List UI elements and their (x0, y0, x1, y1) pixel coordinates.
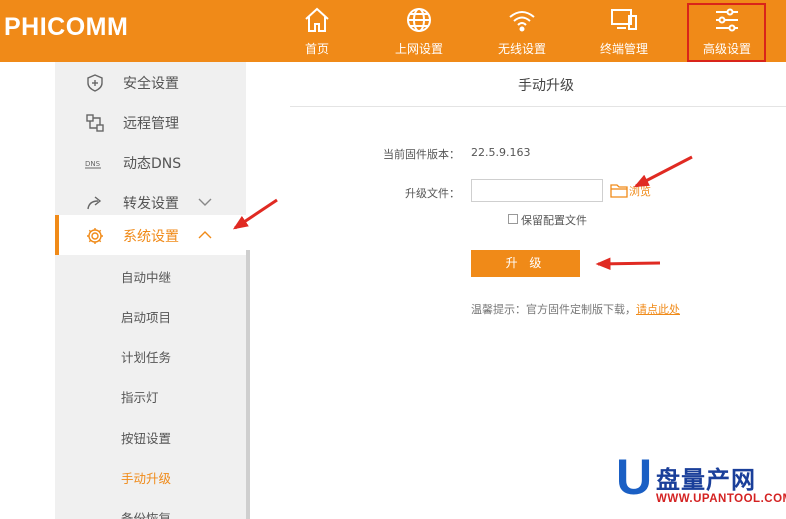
gear-icon (87, 228, 103, 244)
sidebar-item-label: 系统设置 (123, 229, 179, 245)
sidebar-item-label: 远程管理 (123, 116, 179, 132)
folder-icon (610, 184, 628, 198)
sidebar-scrollbar[interactable] (246, 250, 250, 519)
nav-wireless-settings[interactable]: 无线设置 (472, 0, 572, 62)
sidebar-item-label: 转发设置 (123, 196, 179, 212)
firmware-version-label: 当前固件版本： (383, 148, 460, 161)
nav-device-management[interactable]: 终端管理 (574, 0, 674, 62)
sidebar-item-ddns[interactable]: DNS 动态DNS (55, 142, 246, 182)
devices-icon (611, 9, 637, 30)
upgrade-hint: 温馨提示：官方固件定制版下载，请点此处 (471, 301, 680, 317)
top-navigation-bar: PHICOMM 首页 上网设置 无线设置 终端管理 高级设置 (0, 0, 786, 62)
active-nav-highlight-box (687, 3, 766, 62)
sidebar-item-system-settings[interactable]: 系统设置 (55, 215, 246, 255)
sidebar-subitem-manual-upgrade[interactable]: 手动升级 (121, 468, 171, 487)
sidebar-subitem-startup-items[interactable]: 启动项目 (121, 307, 171, 326)
home-icon (305, 7, 329, 32)
nav-advanced-settings[interactable]: 高级设置 (677, 0, 777, 62)
active-indicator (55, 215, 59, 255)
dns-icon: DNS (85, 160, 101, 169)
browse-label: 浏览 (629, 185, 651, 198)
arrow-to-browse (633, 155, 693, 188)
nav-internet-settings[interactable]: 上网设置 (369, 0, 469, 62)
sidebar-item-label: 动态DNS (123, 156, 182, 172)
upgrade-file-label: 升级文件： (405, 187, 460, 200)
upgrade-file-input[interactable] (471, 179, 603, 202)
watermark-name: 盘量产网 (656, 466, 756, 494)
sidebar: 安全设置 远程管理 DNS 动态DNS 转发设置 系统设置 自动中继 启动项目 … (55, 62, 246, 519)
brand-logo: PHICOMM (4, 13, 129, 41)
sidebar-subitem-auto-relay[interactable]: 自动中继 (121, 267, 171, 286)
firmware-version-value: 22.5.9.163 (471, 146, 531, 159)
nav-home-label: 首页 (304, 42, 329, 56)
globe-icon (407, 8, 431, 32)
sidebar-subitem-backup-restore[interactable]: 备份恢复 (121, 508, 171, 519)
nav-wireless-label: 无线设置 (497, 42, 546, 56)
sidebar-item-label: 安全设置 (123, 76, 179, 92)
nav-home[interactable]: 首页 (267, 0, 367, 62)
sidebar-subitem-indicator-light[interactable]: 指示灯 (121, 387, 159, 406)
keep-config-checkbox[interactable] (508, 214, 518, 224)
svg-text:DNS: DNS (85, 160, 101, 168)
nav-devices-label: 终端管理 (599, 42, 648, 56)
remote-icon (86, 114, 104, 132)
firmware-download-link[interactable]: 请点此处 (636, 303, 680, 316)
sidebar-subitem-scheduled-tasks[interactable]: 计划任务 (121, 347, 171, 366)
chevron-down-icon (198, 198, 212, 206)
sidebar-item-security[interactable]: 安全设置 (55, 62, 246, 102)
wifi-icon (509, 11, 535, 32)
forward-icon (87, 196, 102, 210)
sidebar-item-remote-management[interactable]: 远程管理 (55, 102, 246, 142)
chevron-up-icon (198, 231, 212, 239)
hint-text: 温馨提示：官方固件定制版下载， (471, 303, 636, 316)
upgrade-button[interactable]: 升 级 (471, 250, 580, 277)
title-divider (290, 106, 786, 107)
watermark-letter: U (616, 449, 653, 505)
keep-config-label: 保留配置文件 (521, 214, 587, 227)
site-watermark: U 盘量产网 WWW.UPANTOOL.COM (612, 452, 786, 519)
sidebar-subitem-button-settings[interactable]: 按钮设置 (121, 428, 171, 447)
arrow-to-upgrade-button (595, 257, 661, 271)
page-title: 手动升级 (518, 78, 574, 94)
shield-icon (87, 74, 103, 92)
nav-internet-label: 上网设置 (394, 42, 443, 56)
watermark-url: WWW.UPANTOOL.COM (656, 493, 786, 505)
